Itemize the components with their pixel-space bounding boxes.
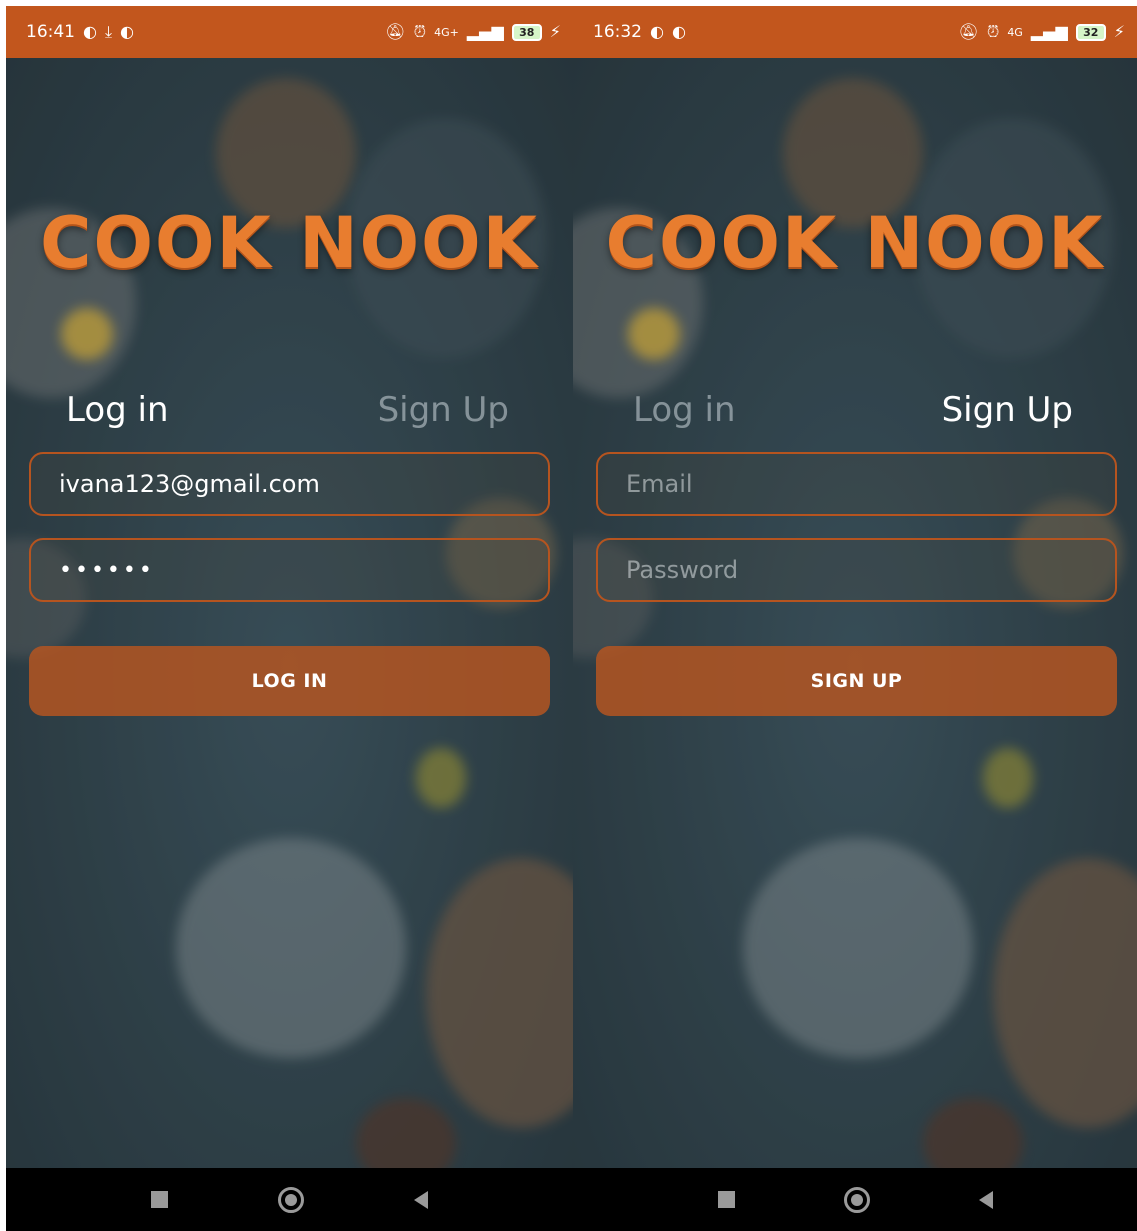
silent-icon: 🔕︎ — [385, 22, 406, 41]
password-field[interactable]: Password — [596, 538, 1117, 602]
alarm-icon: ⏰︎ — [413, 22, 427, 41]
battery-icon: 38 — [511, 23, 542, 41]
data-saver-icon: ◐ — [83, 22, 97, 41]
tab-login[interactable]: Log in — [66, 390, 169, 430]
status-time: 16:41 — [26, 22, 75, 42]
signal-bars-icon: ▂▄▆ — [1030, 22, 1068, 41]
login-button[interactable]: LOG IN — [29, 646, 550, 716]
download-icon: ⤓ — [104, 22, 113, 41]
charging-icon: ⚡︎ — [1113, 22, 1125, 41]
navigation-bar — [6, 1168, 573, 1231]
app-logo: COOK NOOK — [605, 202, 1105, 284]
email-field[interactable]: Email — [596, 452, 1117, 516]
tab-signup[interactable]: Sign Up — [942, 390, 1073, 430]
signup-screen: 16:32 ◐ ◐ 🔕︎ ⏰︎ 4G ▂▄▆ 32 ⚡︎ COOK NOOK L… — [573, 6, 1137, 1231]
home-icon[interactable] — [278, 1186, 304, 1213]
status-bar: 16:32 ◐ ◐ 🔕︎ ⏰︎ 4G ▂▄▆ 32 ⚡︎ — [573, 6, 1137, 58]
app-logo: COOK NOOK — [40, 202, 539, 284]
back-icon[interactable] — [978, 1190, 993, 1209]
tab-login[interactable]: Log in — [633, 390, 736, 430]
home-icon[interactable] — [843, 1186, 870, 1213]
data-saver-icon: ◐ — [671, 22, 686, 41]
signal-icon: 4G — [1007, 25, 1023, 39]
email-field[interactable]: ivana123@gmail.com — [29, 452, 550, 516]
login-screen: 16:41 ◐ ⤓ ◐ 🔕︎ ⏰︎ 4G+ ▂▄▆ 38 ⚡︎ COOK NOO… — [6, 6, 573, 1231]
screenshot-stage: 16:41 ◐ ⤓ ◐ 🔕︎ ⏰︎ 4G+ ▂▄▆ 38 ⚡︎ COOK NOO… — [0, 0, 1137, 1231]
charging-icon: ⚡︎ — [549, 22, 561, 41]
data-saver-icon: ◐ — [120, 22, 135, 41]
back-icon[interactable] — [414, 1190, 428, 1209]
alarm-icon: ⏰︎ — [986, 22, 1000, 41]
signup-button[interactable]: SIGN UP — [596, 646, 1117, 716]
tab-signup[interactable]: Sign Up — [378, 390, 509, 430]
battery-icon: 32 — [1075, 23, 1106, 41]
silent-icon: 🔕︎ — [958, 22, 979, 41]
password-field[interactable]: •••••• — [29, 538, 550, 602]
status-bar: 16:41 ◐ ⤓ ◐ 🔕︎ ⏰︎ 4G+ ▂▄▆ 38 ⚡︎ — [6, 6, 573, 58]
recents-icon[interactable] — [151, 1191, 168, 1208]
recents-icon[interactable] — [717, 1191, 735, 1208]
data-saver-icon: ◐ — [650, 22, 664, 41]
signal-icon: 4G+ — [434, 25, 459, 39]
signal-bars-icon: ▂▄▆ — [466, 22, 504, 41]
status-time: 16:32 — [593, 22, 642, 42]
navigation-bar — [573, 1168, 1137, 1231]
